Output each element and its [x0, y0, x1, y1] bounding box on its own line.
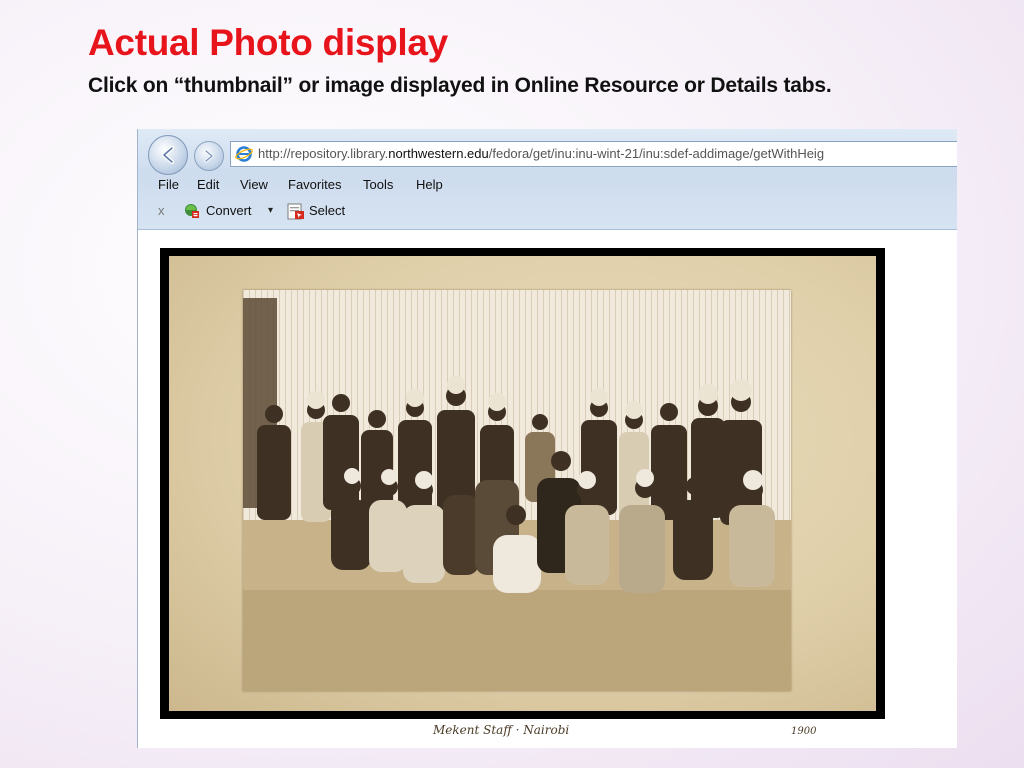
url-suffix: /fedora/get/inu:inu-wint-21/inu:sdef-add… [488, 146, 825, 161]
displayed-photo[interactable]: Mekent Staff · Nairobi 1900 [160, 248, 885, 737]
toolbar-close-button[interactable]: x [158, 203, 165, 218]
sepia-group-photograph: Mekent Staff · Nairobi 1900 [243, 290, 816, 737]
menu-tools[interactable]: Tools [363, 177, 393, 192]
forward-arrow-icon [204, 149, 214, 163]
forward-button[interactable] [194, 141, 224, 171]
photo-date: 1900 [791, 726, 817, 737]
browser-chrome: http://repository.library.northwestern.e… [138, 129, 957, 230]
menu-edit[interactable]: Edit [197, 177, 219, 192]
slide-subtitle: Click on “thumbnail” or image displayed … [88, 74, 832, 97]
group-photo-illustration [243, 290, 791, 691]
select-button[interactable]: Select [309, 203, 345, 218]
url-domain: northwestern.edu [388, 146, 489, 161]
menu-file[interactable]: File [158, 177, 179, 192]
photo-caption: Mekent Staff · Nairobi [433, 723, 570, 737]
menu-favorites[interactable]: Favorites [288, 177, 341, 192]
pdf-convert-icon[interactable] [184, 203, 200, 219]
back-button[interactable] [148, 135, 188, 175]
url-text[interactable]: http://repository.library.northwestern.e… [258, 146, 824, 161]
menu-help[interactable]: Help [416, 177, 443, 192]
back-arrow-icon [162, 146, 174, 164]
url-prefix: http://repository.library. [258, 146, 389, 161]
convert-dropdown-icon[interactable]: ▾ [268, 205, 273, 216]
internet-explorer-icon [235, 146, 253, 162]
slide-title: Actual Photo display [88, 22, 448, 63]
menu-view[interactable]: View [240, 177, 268, 192]
photo-mount: Mekent Staff · Nairobi 1900 [169, 256, 876, 737]
convert-button[interactable]: Convert [206, 203, 252, 218]
pdf-select-icon[interactable] [287, 203, 305, 220]
address-bar[interactable]: http://repository.library.northwestern.e… [230, 141, 957, 167]
command-toolbar: x Convert ▾ Select [138, 201, 957, 225]
browser-window: http://repository.library.northwestern.e… [137, 129, 957, 748]
